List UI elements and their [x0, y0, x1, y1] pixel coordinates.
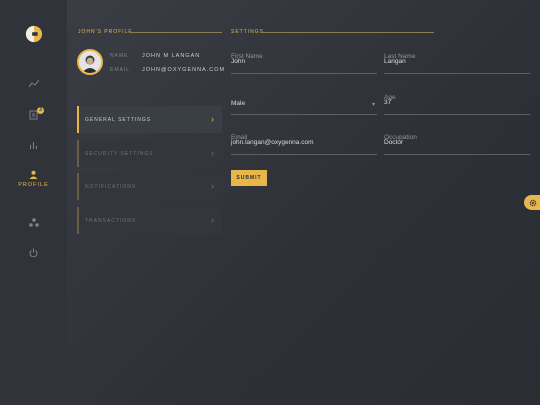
- notification-badge: 3: [37, 107, 44, 114]
- submit-button[interactable]: SUBMIT: [231, 170, 267, 186]
- sidebar: 3 PROFILE: [0, 0, 67, 405]
- first-name-field[interactable]: First Name John: [231, 53, 377, 74]
- trending-icon: [28, 80, 39, 88]
- settings-title-divider: [262, 32, 434, 33]
- profile-section-title: JOHN'S PROFILE: [78, 29, 133, 35]
- email-field[interactable]: Email john.langan@oxygenna.com: [231, 134, 377, 155]
- gender-value: Male: [231, 100, 246, 107]
- chevron-right-icon: ›: [211, 215, 214, 225]
- avatar-portrait-icon: [79, 51, 101, 73]
- menu-item-label: SECURITY SETTINGS: [85, 151, 154, 157]
- last-name-value: Langan: [384, 58, 406, 65]
- chevron-right-icon: ›: [211, 114, 214, 124]
- first-name-value: John: [231, 58, 246, 65]
- gear-icon: [529, 199, 537, 206]
- menu-item-label: NOTIFICATIONS: [85, 184, 137, 190]
- menu-security-settings[interactable]: SECURITY SETTINGS ›: [77, 140, 222, 167]
- email-field-value: john.langan@oxygenna.com: [231, 139, 314, 146]
- user-icon: [29, 170, 38, 179]
- avatar[interactable]: [77, 49, 103, 75]
- age-field[interactable]: Age 37: [384, 94, 530, 115]
- occupation-value: Doctor: [384, 139, 404, 146]
- last-name-field[interactable]: Last Name Langan: [384, 53, 530, 74]
- nav-trending[interactable]: [0, 80, 67, 88]
- name-value: JOHN M LANGAN: [142, 53, 201, 59]
- occupation-field[interactable]: Occupation Doctor: [384, 134, 530, 155]
- menu-notifications[interactable]: NOTIFICATIONS ›: [77, 173, 222, 200]
- logo-icon[interactable]: [25, 25, 43, 43]
- chevron-down-icon: ▾: [371, 102, 375, 108]
- nav-stats[interactable]: [0, 140, 67, 149]
- name-key: NAME: [110, 53, 129, 59]
- settings-toggle[interactable]: [524, 195, 540, 210]
- nav-network[interactable]: [0, 218, 67, 227]
- nav-documents[interactable]: [0, 110, 67, 120]
- power-icon: [29, 248, 38, 257]
- chevron-right-icon: ›: [211, 148, 214, 158]
- email-value: JOHN@OXYGENNA.COM: [142, 67, 226, 73]
- gender-select[interactable]: Male ▾: [231, 94, 377, 115]
- menu-transactions[interactable]: TRANSACTIONS ›: [77, 207, 222, 234]
- network-icon: [28, 218, 39, 227]
- nav-power[interactable]: [0, 248, 67, 257]
- email-key: EMAIL: [110, 67, 131, 73]
- menu-item-label: TRANSACTIONS: [85, 218, 137, 224]
- age-value: 37: [384, 99, 392, 106]
- menu-general-settings[interactable]: GENERAL SETTINGS ›: [77, 106, 222, 133]
- chevron-right-icon: ›: [211, 181, 214, 191]
- nav-profile-label: PROFILE: [18, 182, 49, 188]
- bar-chart-icon: [30, 142, 37, 149]
- nav-profile[interactable]: PROFILE: [0, 170, 67, 188]
- profile-title-divider: [130, 32, 222, 33]
- settings-section-title: SETTINGS: [231, 29, 265, 35]
- menu-item-label: GENERAL SETTINGS: [85, 117, 152, 123]
